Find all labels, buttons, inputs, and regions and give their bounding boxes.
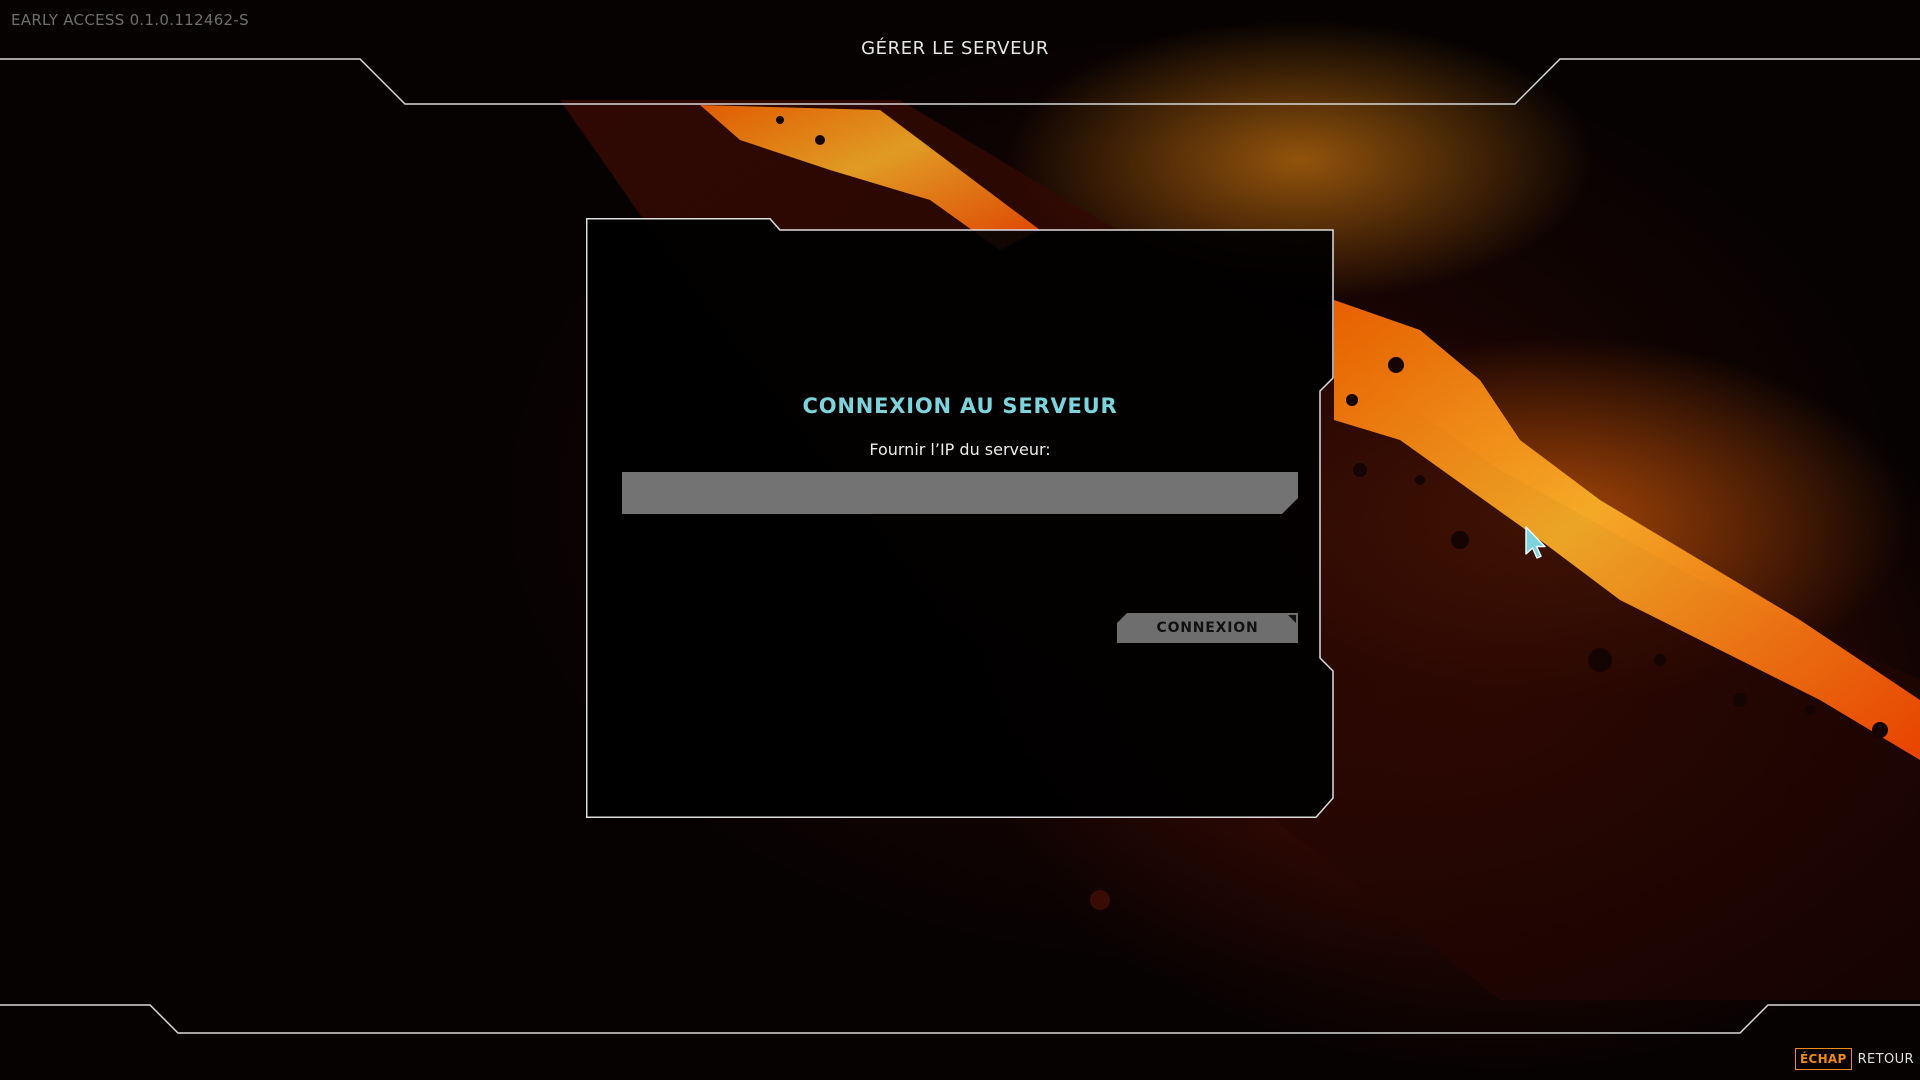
version-label: EARLY ACCESS 0.1.0.112462-S <box>11 11 249 29</box>
connect-button-label: CONNEXION <box>1156 620 1259 636</box>
back-hint[interactable]: ÉCHAP RETOUR <box>1794 1048 1914 1070</box>
button-corner-icon <box>1288 615 1296 623</box>
dialog-title: CONNEXION AU SERVEUR <box>802 394 1118 418</box>
mouse-pointer-icon <box>1525 526 1546 559</box>
server-connect-dialog: CONNEXION AU SERVEUR Fournir l’IP du ser… <box>586 218 1334 818</box>
connect-button[interactable]: CONNEXION <box>1117 613 1298 643</box>
escape-key-badge[interactable]: ÉCHAP <box>1794 1048 1852 1070</box>
ip-field-label: Fournir l’IP du serveur: <box>869 440 1051 459</box>
server-ip-input[interactable] <box>622 472 1298 514</box>
dialog-frame <box>586 218 1334 818</box>
game-screen: EARLY ACCESS 0.1.0.112462-S GÉRER LE SER… <box>0 0 1920 1080</box>
page-title: GÉRER LE SERVEUR <box>861 38 1049 59</box>
back-label[interactable]: RETOUR <box>1858 1052 1914 1067</box>
